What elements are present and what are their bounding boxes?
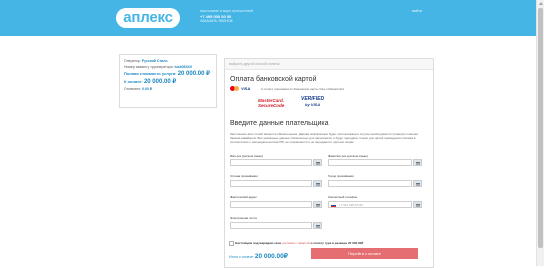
select-method-link[interactable]: выбрать другой способ оплаты [225,59,433,70]
keyboard-button[interactable] [413,201,422,208]
accept-text: К оплате принимаются банковские карты Vi… [261,87,344,91]
visa-logo: VISA [241,86,251,91]
address-input[interactable] [230,201,312,208]
exit-link[interactable]: выйти [412,9,422,13]
keyboard-button[interactable] [313,180,322,187]
first-name-input[interactable] [230,159,312,166]
country-input[interactable] [230,180,312,187]
russia-flag-icon[interactable] [331,203,336,207]
city-label: Город проживания [328,174,354,178]
agree-text: Настоящим подтверждаю свое согласие с оф… [235,241,364,245]
keyboard-button[interactable] [313,159,322,166]
email-input[interactable] [230,222,312,229]
to-pay: К оплате: 20 000.00 ₽ [124,79,177,85]
first-name-label: Имя (на русском языке) [230,154,264,158]
email-label: Электронная почта [230,216,257,220]
top-bar: аплекс ваш компас в мире путешествий +7 … [0,0,536,36]
keyboard-icon [316,183,320,184]
verified-by-visa-logo: VERIFIED by VISA [301,96,325,108]
keyboard-icon [316,204,320,205]
callback-link[interactable]: ЗАКАЗАТЬ ЗВОНОК [200,19,253,24]
full-cost: Полная стоимость услуги: 20 000.00 ₽ [124,71,210,77]
keyboard-button[interactable] [413,180,422,187]
scrollbar[interactable] [536,0,544,266]
pay-button[interactable]: Перейти к оплате [311,248,418,259]
city-input[interactable] [328,180,412,187]
paid-row: Оплачено: 0.00 ₽ [124,87,153,91]
keyboard-button[interactable] [313,222,322,229]
total: Итого к оплате: 20 000.00₽ [229,253,288,260]
scroll-up-icon[interactable] [539,2,543,5]
last-name-label: Фамилия (на русском языке) [328,154,368,158]
total-amount: 20 000.00₽ [254,253,288,260]
payer-note: Заполнение всех полей является обязатель… [230,132,418,144]
payer-title: Введите данные плательщика [230,120,329,127]
phone-label: Контактный телефон [328,195,358,199]
country-label: Страна проживания [230,174,258,178]
card-logos: VISA [230,86,251,92]
agree-checkbox[interactable] [229,241,234,246]
order-summary: Оператор: Русский Стиль Номер заявки у т… [119,54,217,108]
keyboard-icon [416,183,420,184]
keyboard-icon [316,225,320,226]
payment-panel: выбрать другой способ оплаты Оплата банк… [224,58,434,268]
keyboard-icon [416,162,420,163]
header-contact: ваш компас в мире путешествий +7 495 000… [200,9,253,24]
keyboard-button[interactable] [413,159,422,166]
address-label: Фактический адрес [230,195,257,199]
mastercard-securecode-logo: MasterCard. SecureCode [258,98,285,108]
phone-input[interactable]: +7 912 345-67-89 [328,201,412,208]
mastercard-icon [230,86,239,92]
offer-link[interactable]: согласие с офертой [282,241,310,245]
keyboard-icon [416,204,420,205]
phone-placeholder: +7 912 345-67-89 [339,203,363,207]
keyboard-icon [316,162,320,163]
logo[interactable]: аплекс [116,8,180,28]
keyboard-button[interactable] [313,201,322,208]
last-name-input[interactable] [328,159,412,166]
scrollbar-thumb[interactable] [538,8,543,248]
payment-title: Оплата банковской картой [230,76,317,83]
